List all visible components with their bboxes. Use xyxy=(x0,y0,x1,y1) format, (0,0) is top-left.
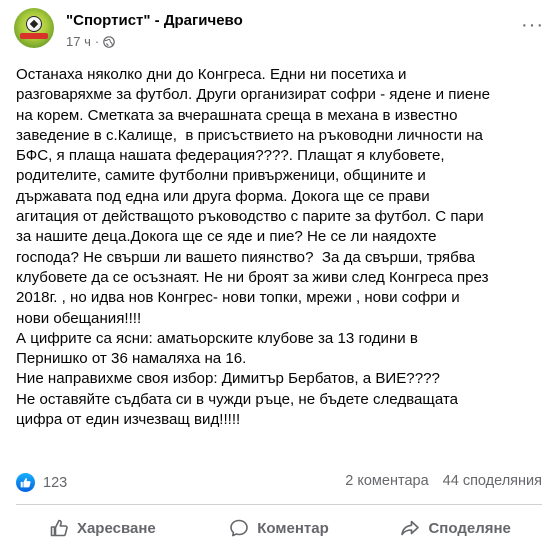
shares-count-link[interactable]: 44 споделяния xyxy=(443,473,542,489)
post-meta: 17 ч · xyxy=(66,34,116,49)
thumbs-up-icon xyxy=(50,519,68,537)
comment-label: Коментар xyxy=(257,519,329,537)
like-label: Харесване xyxy=(76,519,156,537)
comment-button[interactable]: Коментар xyxy=(191,512,368,544)
reactions-summary[interactable]: 123 xyxy=(16,473,67,492)
post-text: Останаха няколко дни до Конгреса. Едни н… xyxy=(16,65,544,430)
post-paragraph: Останаха няколко дни до Конгреса. Едни н… xyxy=(16,66,490,327)
post-paragraph: Не оставяйте съдбата си в чужди ръце, не… xyxy=(16,390,459,429)
post-header: "Спортист" - Драгичево 17 ч · ··· xyxy=(14,8,544,56)
globe-icon xyxy=(103,35,116,48)
reactions-count: 123 xyxy=(43,474,68,491)
action-bar: Харесване Коментар Споделяне xyxy=(14,512,544,544)
like-button[interactable]: Харесване xyxy=(14,512,191,544)
more-options-icon[interactable]: ··· xyxy=(521,14,544,37)
football-logo-icon xyxy=(26,16,42,32)
engagement-counts: 2 коментара 44 споделяния xyxy=(345,473,542,489)
post-stats: 123 2 коментара 44 споделяния xyxy=(16,473,542,495)
post-paragraph: А цифрите са ясни: аматьорските клубове … xyxy=(16,329,418,368)
comments-count-link[interactable]: 2 коментара xyxy=(345,473,428,489)
actions-divider xyxy=(16,504,542,505)
share-label: Споделяне xyxy=(428,519,511,537)
post-paragraph: Ние направихме своя избор: Димитър Берба… xyxy=(16,370,440,388)
comment-bubble-icon xyxy=(230,519,249,537)
page-name[interactable]: "Спортист" - Драгичево xyxy=(66,12,243,29)
meta-separator: · xyxy=(94,34,100,49)
like-reaction-icon xyxy=(16,473,35,492)
page-avatar[interactable] xyxy=(14,8,54,48)
share-arrow-icon xyxy=(401,520,420,536)
share-button[interactable]: Споделяне xyxy=(367,512,544,544)
post-time[interactable]: 17 ч xyxy=(66,34,91,49)
logo-ribbon xyxy=(20,33,48,39)
